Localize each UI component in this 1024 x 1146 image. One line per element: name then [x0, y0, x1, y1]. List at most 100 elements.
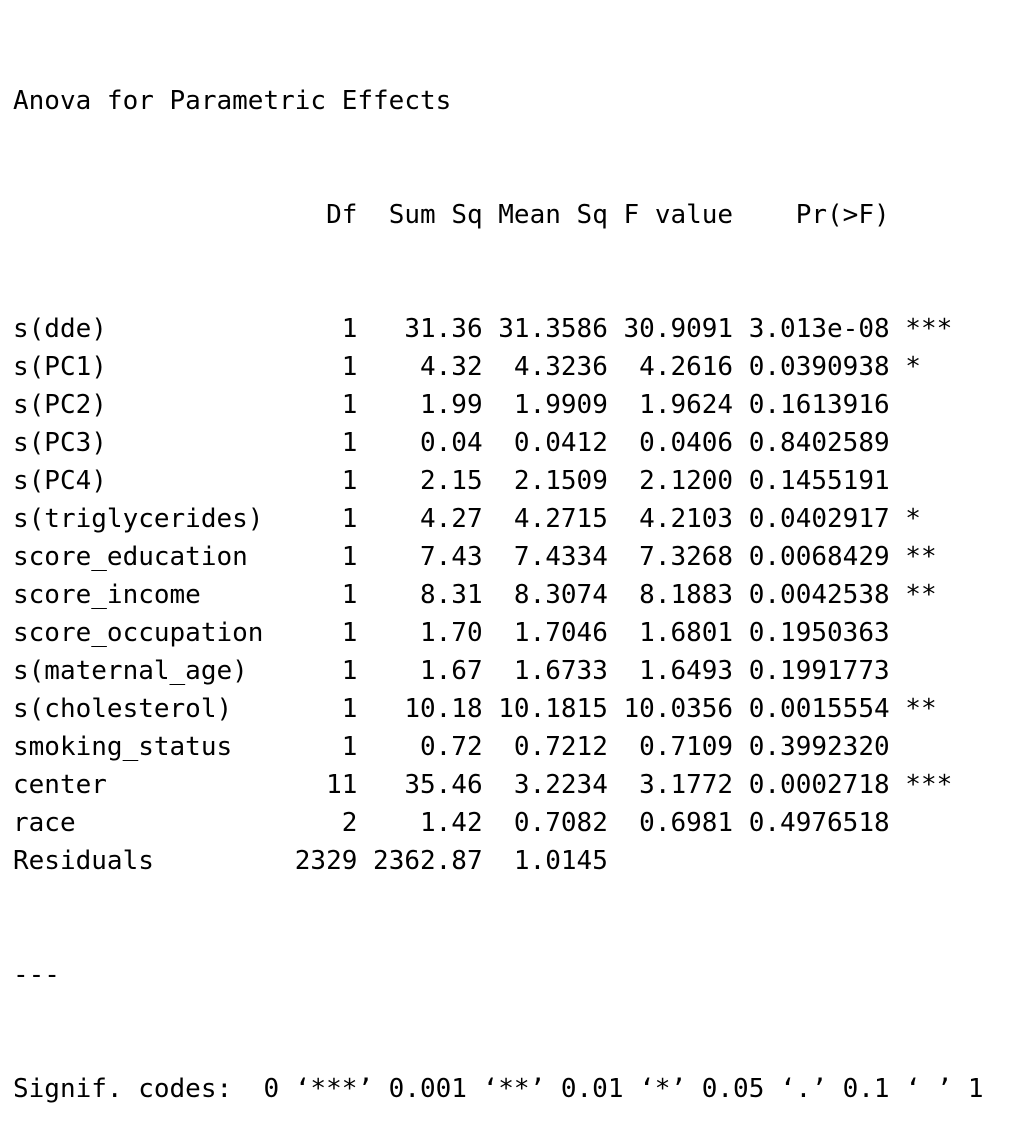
term-name: score_education — [13, 542, 280, 572]
table-row: s(maternal_age) 1 1.67 1.6733 1.6493 0.1… — [13, 652, 984, 690]
f-value: 7.3268 — [607, 542, 734, 572]
column-header: Df — [326, 200, 358, 230]
mean-sq-value: 1.0145 — [482, 846, 608, 876]
table-row: s(PC2) 1 1.99 1.9909 1.9624 0.1613916 — [13, 386, 984, 424]
term-name: score_occupation — [13, 618, 280, 648]
mean-sq-value: 4.3236 — [482, 352, 608, 382]
df-value: 1 — [279, 580, 358, 610]
mean-sq-value: 0.7082 — [482, 808, 608, 838]
term-name: center — [13, 770, 280, 800]
term-name: s(PC3) — [13, 428, 280, 458]
sum-sq-value: 1.42 — [357, 808, 483, 838]
df-value: 2 — [279, 808, 358, 838]
f-value: 30.9091 — [607, 314, 734, 344]
df-value: 1 — [279, 504, 358, 534]
f-value: 8.1883 — [607, 580, 734, 610]
df-value: 1 — [279, 314, 358, 344]
p-value: 3.013e-08 — [733, 314, 890, 344]
table-row: smoking_status 1 0.72 0.7212 0.7109 0.39… — [13, 728, 984, 766]
f-value: 0.0406 — [607, 428, 734, 458]
table-row: score_education 1 7.43 7.4334 7.3268 0.0… — [13, 538, 984, 576]
column-header: F value — [623, 200, 734, 230]
mean-sq-value: 31.3586 — [482, 314, 608, 344]
table-row: s(PC1) 1 4.32 4.3236 4.2616 0.0390938 * — [13, 348, 984, 386]
mean-sq-value: 4.2715 — [482, 504, 608, 534]
df-value: 1 — [279, 390, 358, 420]
significance-stars: * — [889, 352, 921, 382]
df-value: 1 — [279, 694, 358, 724]
df-value: 1 — [279, 428, 358, 458]
sum-sq-value: 4.27 — [357, 504, 483, 534]
f-value: 3.1772 — [607, 770, 734, 800]
term-name: s(PC4) — [13, 466, 280, 496]
mean-sq-value: 1.9909 — [482, 390, 608, 420]
term-name: race — [13, 808, 280, 838]
table-row: race 2 1.42 0.7082 0.6981 0.4976518 — [13, 804, 984, 842]
p-value: 0.0002718 — [733, 770, 890, 800]
term-name: s(triglycerides) — [13, 504, 280, 534]
sum-sq-value: 2362.87 — [357, 846, 483, 876]
p-value: 0.1991773 — [733, 656, 890, 686]
term-name: s(maternal_age) — [13, 656, 280, 686]
p-value: 0.1950363 — [733, 618, 890, 648]
sum-sq-value: 2.15 — [357, 466, 483, 496]
column-header: Pr(>F) — [795, 200, 890, 230]
df-value: 1 — [279, 618, 358, 648]
sum-sq-value: 1.99 — [357, 390, 483, 420]
signif-codes-legend: Signif. codes: 0 ‘***’ 0.001 ‘**’ 0.01 ‘… — [13, 1074, 984, 1104]
mean-sq-value: 2.1509 — [482, 466, 608, 496]
f-value: 4.2616 — [607, 352, 734, 382]
mean-sq-value: 3.2234 — [482, 770, 608, 800]
table-row: center 11 35.46 3.2234 3.1772 0.0002718 … — [13, 766, 984, 804]
term-name: score_income — [13, 580, 280, 610]
p-value: 0.1455191 — [733, 466, 890, 496]
df-value: 11 — [279, 770, 358, 800]
df-value: 2329 — [279, 846, 358, 876]
mean-sq-value: 7.4334 — [482, 542, 608, 572]
f-value: 2.1200 — [607, 466, 734, 496]
anova-title: Anova for Parametric Effects — [13, 86, 452, 116]
term-name: s(dde) — [13, 314, 280, 344]
term-name: Residuals — [13, 846, 280, 876]
table-row: s(PC4) 1 2.15 2.1509 2.1200 0.1455191 — [13, 462, 984, 500]
sum-sq-value: 8.31 — [357, 580, 483, 610]
separator-line: --- — [13, 960, 60, 990]
f-value: 1.9624 — [607, 390, 734, 420]
column-header: Sum Sq — [388, 200, 483, 230]
df-value: 1 — [279, 466, 358, 496]
p-value: 0.0390938 — [733, 352, 890, 382]
anova-table-body: s(dde) 1 31.36 31.3586 30.9091 3.013e-08… — [13, 310, 984, 880]
mean-sq-value: 8.3074 — [482, 580, 608, 610]
f-value: 1.6801 — [607, 618, 734, 648]
f-value: 1.6493 — [607, 656, 734, 686]
p-value: 0.0068429 — [733, 542, 890, 572]
significance-stars: ** — [889, 542, 937, 572]
significance-stars: *** — [889, 770, 953, 800]
f-value: 0.6981 — [607, 808, 734, 838]
term-name: s(PC2) — [13, 390, 280, 420]
p-value: 0.0402917 — [733, 504, 890, 534]
sum-sq-value: 31.36 — [357, 314, 483, 344]
table-row: s(triglycerides) 1 4.27 4.2715 4.2103 0.… — [13, 500, 984, 538]
df-value: 1 — [279, 656, 358, 686]
table-row: s(PC3) 1 0.04 0.0412 0.0406 0.8402589 — [13, 424, 984, 462]
sum-sq-value: 35.46 — [357, 770, 483, 800]
sum-sq-value: 1.70 — [357, 618, 483, 648]
mean-sq-value: 1.6733 — [482, 656, 608, 686]
p-value: 0.4976518 — [733, 808, 890, 838]
table-row: Residuals 2329 2362.87 1.0145 — [13, 842, 984, 880]
column-header: Mean Sq — [498, 200, 608, 230]
significance-stars: ** — [889, 580, 937, 610]
term-name: s(cholesterol) — [13, 694, 280, 724]
table-row: score_income 1 8.31 8.3074 8.1883 0.0042… — [13, 576, 984, 614]
p-value: 0.1613916 — [733, 390, 890, 420]
mean-sq-value: 0.0412 — [482, 428, 608, 458]
p-value: 0.0015554 — [733, 694, 890, 724]
sum-sq-value: 7.43 — [357, 542, 483, 572]
table-row: score_occupation 1 1.70 1.7046 1.6801 0.… — [13, 614, 984, 652]
anova-header-row: Df Sum Sq Mean Sq F value Pr(>F) — [13, 196, 984, 234]
sum-sq-value: 1.67 — [357, 656, 483, 686]
f-value: 4.2103 — [607, 504, 734, 534]
mean-sq-value: 10.1815 — [482, 694, 608, 724]
significance-stars: *** — [889, 314, 953, 344]
